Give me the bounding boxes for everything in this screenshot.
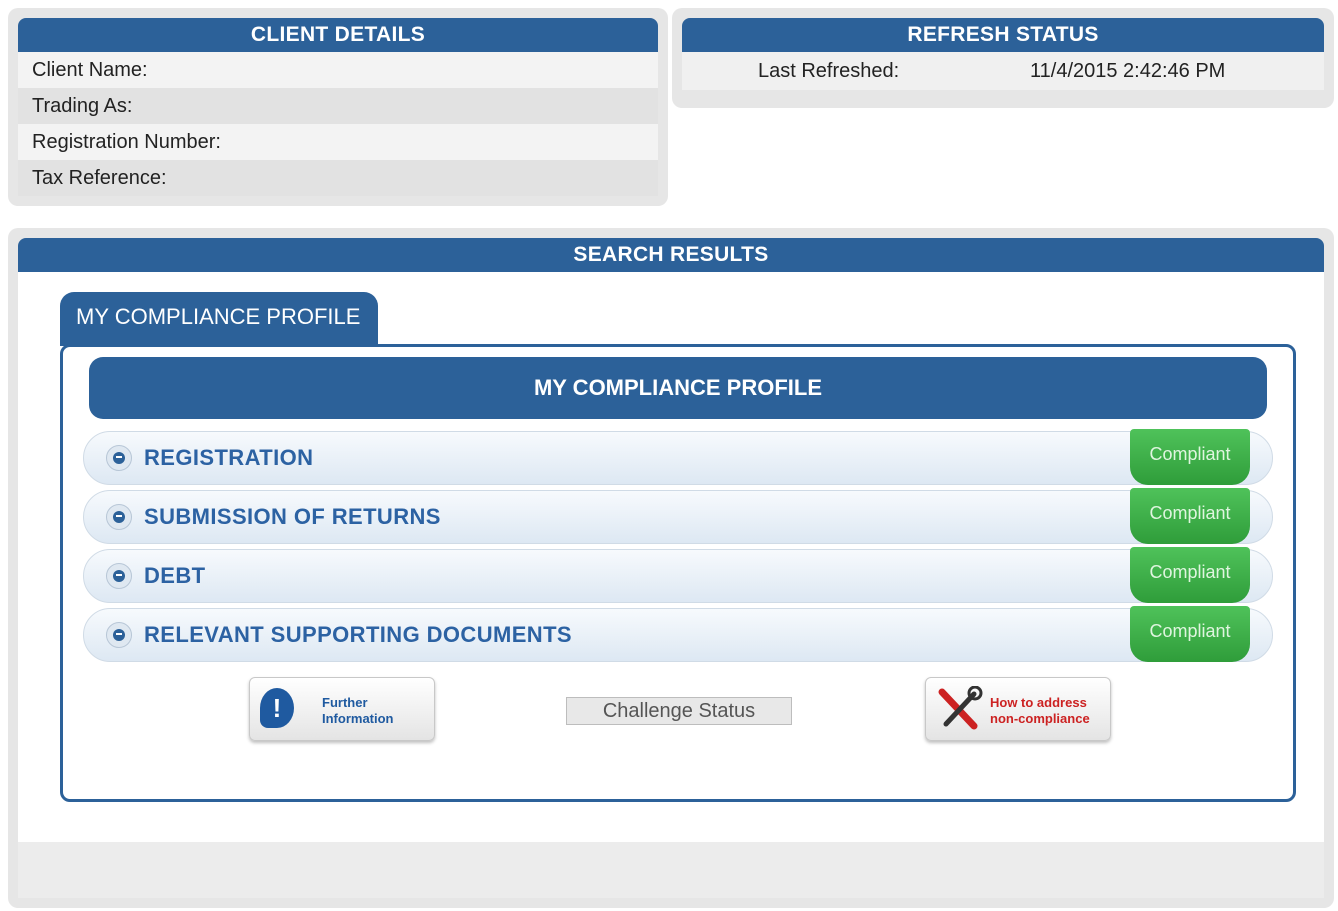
search-results-body: MY COMPLIANCE PROFILE MY COMPLIANCE PROF… xyxy=(18,272,1324,842)
search-results-panel: SEARCH RESULTS MY COMPLIANCE PROFILE MY … xyxy=(8,228,1334,908)
status-badge: Compliant xyxy=(1130,488,1250,544)
how-to-address-line2: non-compliance xyxy=(990,711,1090,726)
expand-icon[interactable] xyxy=(106,445,132,471)
profile-row-label[interactable]: RELEVANT SUPPORTING DOCUMENTS xyxy=(144,609,572,661)
last-refreshed-label: Last Refreshed: xyxy=(758,60,900,82)
further-information-line2: Information xyxy=(322,711,394,726)
client-details-title: CLIENT DETAILS xyxy=(18,18,658,52)
expand-icon[interactable] xyxy=(106,622,132,648)
challenge-status-button[interactable]: Challenge Status xyxy=(566,697,792,725)
registration-number-row: Registration Number: xyxy=(18,124,658,160)
last-refreshed-row: Last Refreshed: 11/4/2015 2:42:46 PM xyxy=(682,52,1324,90)
profile-row-label[interactable]: DEBT xyxy=(144,550,206,602)
how-to-address-button[interactable]: How to address non-compliance xyxy=(925,677,1111,741)
profile-row-debt[interactable]: DEBT Compliant xyxy=(83,547,1273,603)
further-information-line1: Further xyxy=(322,695,368,710)
expand-icon[interactable] xyxy=(106,563,132,589)
compliance-profile-frame: MY COMPLIANCE PROFILE REGISTRATION Compl… xyxy=(60,344,1296,802)
further-information-button[interactable]: ! Further Information xyxy=(249,677,435,741)
how-to-address-line1: How to address xyxy=(990,695,1087,710)
search-results-title: SEARCH RESULTS xyxy=(18,238,1324,272)
profile-row-submission-of-returns[interactable]: SUBMISSION OF RETURNS Compliant xyxy=(83,488,1273,544)
client-name-row: Client Name: xyxy=(18,52,658,88)
compliance-profile-title: MY COMPLIANCE PROFILE xyxy=(89,357,1267,419)
tax-reference-row: Tax Reference: xyxy=(18,160,658,196)
registration-number-label: Registration Number: xyxy=(32,131,221,153)
status-badge: Compliant xyxy=(1130,429,1250,485)
client-details-panel: CLIENT DETAILS Client Name: Trading As: … xyxy=(8,8,668,206)
info-bubble-icon: ! xyxy=(260,688,294,728)
search-results-footer xyxy=(18,842,1324,898)
trading-as-row: Trading As: xyxy=(18,88,658,124)
expand-icon[interactable] xyxy=(106,504,132,530)
tab-my-compliance-profile[interactable]: MY COMPLIANCE PROFILE xyxy=(60,292,378,346)
tools-icon xyxy=(938,686,983,730)
trading-as-label: Trading As: xyxy=(32,95,133,117)
profile-row-label[interactable]: SUBMISSION OF RETURNS xyxy=(144,491,441,543)
refresh-status-title: REFRESH STATUS xyxy=(682,18,1324,52)
status-badge: Compliant xyxy=(1130,606,1250,662)
profile-row-registration[interactable]: REGISTRATION Compliant xyxy=(83,429,1273,485)
client-name-label: Client Name: xyxy=(32,59,148,81)
status-badge: Compliant xyxy=(1130,547,1250,603)
last-refreshed-value: 11/4/2015 2:42:46 PM xyxy=(1030,60,1226,82)
profile-row-label[interactable]: REGISTRATION xyxy=(144,432,313,484)
tax-reference-label: Tax Reference: xyxy=(32,167,167,189)
refresh-status-panel: REFRESH STATUS Last Refreshed: 11/4/2015… xyxy=(672,8,1334,108)
profile-row-relevant-supporting-documents[interactable]: RELEVANT SUPPORTING DOCUMENTS Compliant xyxy=(83,606,1273,662)
